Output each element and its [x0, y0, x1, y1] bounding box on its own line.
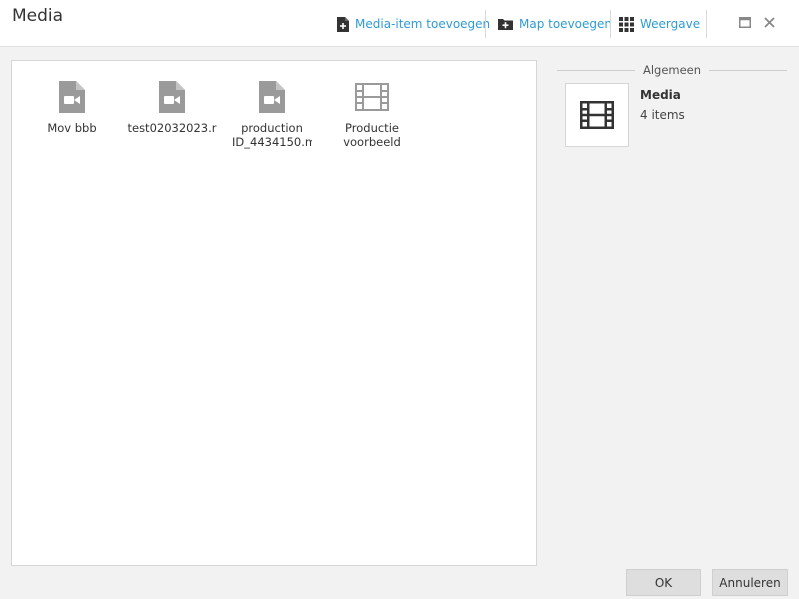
video-file-icon	[54, 79, 90, 115]
cancel-button[interactable]: Annuleren	[712, 569, 788, 596]
view-button[interactable]: Weergave	[619, 11, 700, 37]
close-icon	[763, 16, 775, 28]
add-folder-button[interactable]: Map toevoegen	[498, 11, 612, 37]
media-folder-label: Productie voorbeeld	[343, 121, 401, 149]
dialog-title: Media	[12, 6, 64, 26]
media-item[interactable]: Mov bbb	[24, 79, 120, 135]
selected-name: Media	[640, 88, 681, 102]
dialog-header: Media Media-item toevoegen Map toevoegen…	[0, 0, 799, 47]
toolbar-separator	[610, 10, 611, 38]
grid-view-icon	[619, 16, 634, 32]
maximize-button[interactable]	[737, 14, 753, 30]
ok-button[interactable]: OK	[626, 569, 701, 596]
media-item-label: test02032023.r	[127, 121, 217, 135]
add-folder-icon	[498, 19, 513, 30]
add-media-item-label: Media-item toevoegen	[355, 17, 491, 31]
toolbar-separator	[706, 10, 707, 38]
sidebar-heading-text: Algemeen	[642, 63, 702, 77]
add-file-icon	[337, 16, 349, 32]
video-file-icon	[154, 79, 190, 115]
media-item[interactable]: test02032023.r	[124, 79, 220, 135]
media-item-label: production ID_4434150.m	[232, 121, 312, 149]
film-folder-icon	[354, 79, 390, 115]
divider	[557, 69, 635, 71]
preview-thumbnail	[565, 83, 629, 147]
media-browser[interactable]: Mov bbb test02032023.r production ID_443…	[11, 60, 537, 566]
media-item[interactable]: production ID_4434150.m	[224, 79, 320, 149]
toolbar-separator	[485, 10, 486, 38]
maximize-icon	[739, 16, 751, 28]
divider	[709, 69, 787, 71]
video-file-icon	[254, 79, 290, 115]
add-folder-label: Map toevoegen	[519, 17, 612, 31]
film-icon	[580, 101, 614, 129]
media-item-label: Mov bbb	[47, 121, 97, 135]
close-button[interactable]	[761, 14, 777, 30]
selected-item-count: 4 items	[640, 108, 685, 122]
sidebar-section-heading: Algemeen	[557, 62, 787, 78]
media-folder-item[interactable]: Productie voorbeeld	[324, 79, 420, 149]
add-media-item-button[interactable]: Media-item toevoegen	[337, 11, 490, 37]
view-label: Weergave	[640, 17, 701, 31]
